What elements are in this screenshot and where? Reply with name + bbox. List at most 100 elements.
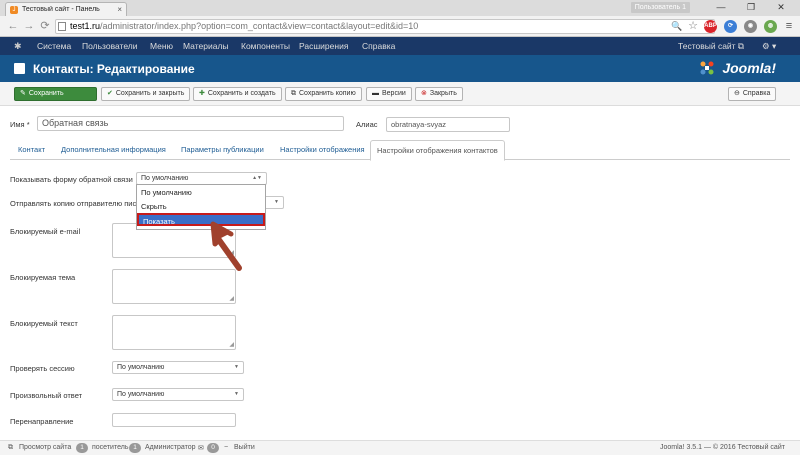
logout-link[interactable]: Выйти [234,444,255,451]
maximize-button[interactable]: ❐ [736,1,766,14]
bookmark-star-icon[interactable]: ☆ [686,19,700,33]
send-copy-label: Отправлять копию отправителю письма [10,199,150,208]
admins-label: Администратор [145,444,196,451]
logout-icon: − [224,444,229,451]
dropdown-option-default[interactable]: По умолчанию [137,186,265,199]
save-new-label: Сохранить и создать [207,90,276,97]
name-label: Имя * [10,120,30,129]
close-button[interactable]: ⊗ Закрыть [415,87,463,101]
check-icon: ✔ [107,90,113,97]
forward-icon[interactable]: → [22,19,36,33]
versions-label: Версии [382,90,406,97]
copy-icon: ⧉ [291,90,296,97]
custom-reply-value: По умолчанию [117,391,165,398]
alias-input[interactable]: obratnaya-svyaz [386,117,510,132]
joomla-menu-icon[interactable]: ✱ [14,41,24,51]
close-window-button[interactable]: ✕ [766,1,796,14]
dropdown-option-hide[interactable]: Скрыть [137,200,265,213]
browser-user-chip[interactable]: Пользователь 1 [630,2,690,13]
menu-help[interactable]: Справка [362,41,395,51]
browser-tab[interactable]: J Тестовый сайт - Панель × [5,2,127,16]
menu-components[interactable]: Компоненты [241,41,290,51]
resize-grip-icon[interactable]: ◢ [229,342,234,348]
blocked-subject-label: Блокируемая тема [10,273,76,282]
archive-icon: ▬ [372,90,379,97]
annotation-arrow-icon [210,221,242,271]
show-form-value: По умолчанию [141,175,189,182]
name-input[interactable]: Обратная связь [37,116,344,131]
blocked-text-textarea[interactable]: ◢ [112,315,236,350]
save-icon: ✎ [20,90,26,97]
view-site-link[interactable]: Просмотр сайта [19,444,71,451]
cancel-icon: ⊗ [421,90,427,97]
redirect-label: Перенаправление [10,417,74,426]
copyright-text: Joomla! 3.5.1 — © 2016 Тестовый сайт [660,444,785,451]
check-session-value: По умолчанию [117,364,165,371]
joomla-brand: Joomla! [722,60,776,76]
url-input[interactable]: test1.ru/administrator/index.php?option=… [55,19,715,34]
settings-icon[interactable]: ⚙ ▾ [762,41,776,52]
back-icon[interactable]: ← [6,19,20,33]
help-button[interactable]: ⊖ Справка [728,87,777,101]
tab-publishing[interactable]: Параметры публикации [181,145,264,154]
admin-menu: ✱ Система Пользователи Меню Материалы Ко… [0,37,800,55]
tab-strip: Контакт Дополнительная информация Параме… [10,140,790,161]
close-label: Закрыть [429,90,457,97]
tab-contact[interactable]: Контакт [18,145,45,154]
custom-reply-select[interactable]: По умолчанию ▼ [112,388,244,401]
save-copy-label: Сохранить копию [299,90,356,97]
status-bar: ⧉ Просмотр сайта 1 посетитель 1 Админист… [0,440,800,455]
reload-icon[interactable]: ⟳ [38,19,52,33]
sync-icon[interactable]: ⟳ [724,20,737,33]
save-button[interactable]: ✎ Сохранить [14,87,97,101]
resize-grip-icon[interactable]: ◢ [229,296,234,302]
site-link[interactable]: Тестовый сайт ⧉ [678,41,744,52]
page-icon [58,22,66,31]
blocked-subject-textarea[interactable]: ◢ [112,269,236,304]
page-header: Контакты: Редактирование Joomla! [0,55,800,82]
globe-icon[interactable]: ◍ [764,20,777,33]
custom-reply-label: Произвольный ответ [10,391,83,400]
chevron-down-icon: ▼ [274,199,279,205]
help-icon: ⊖ [734,90,740,97]
save-new-button[interactable]: ✚ Сохранить и создать [193,87,282,101]
external-link-icon: ⧉ [8,444,13,451]
tab-extra-info[interactable]: Дополнительная информация [61,145,166,154]
plus-icon: ✚ [199,90,205,97]
check-session-select[interactable]: По умолчанию ▼ [112,361,244,374]
extension-icon[interactable]: ◉ [744,20,757,33]
contacts-icon [14,63,25,74]
save-copy-button[interactable]: ⧉ Сохранить копию [285,87,362,101]
tab-contact-display[interactable]: Настройки отображения контактов [370,140,505,161]
joomla-favicon-icon: J [10,5,18,14]
browser-titlebar: J Тестовый сайт - Панель × Пользователь … [0,0,800,16]
menu-menus[interactable]: Меню [150,41,173,51]
show-form-label: Показывать форму обратной связи [10,175,133,184]
menu-content[interactable]: Материалы [183,41,229,51]
messages-badge: 0 [207,443,219,453]
tab-display[interactable]: Настройки отображения [280,145,365,154]
menu-users[interactable]: Пользователи [82,41,137,51]
url-host: test1.ru [70,21,101,31]
browser-menu-icon[interactable]: ≡ [782,19,796,33]
menu-extensions[interactable]: Расширения [299,41,348,51]
zoom-icon[interactable]: 🔍 [670,19,684,33]
save-close-button[interactable]: ✔ Сохранить и закрыть [101,87,191,101]
tab-title: Тестовый сайт - Панель [22,6,100,13]
address-bar-row: ← → ⟳ test1.ru/administrator/index.php?o… [0,16,800,37]
alias-label: Алиас [356,120,378,129]
save-close-label: Сохранить и закрыть [115,90,185,97]
admins-badge: 1 [129,443,141,453]
chevron-down-icon: ▲▼ [252,175,262,181]
blocked-email-label: Блокируемый e-mail [10,227,81,236]
toolbar: ✎ Сохранить ✔ Сохранить и закрыть ✚ Сохрани… [0,82,800,106]
save-label: Сохранить [28,90,64,97]
versions-button[interactable]: ▬ Версии [366,87,412,101]
redirect-input[interactable] [112,413,236,427]
url-path: /administrator/index.php?option=com_cont… [100,21,419,31]
menu-system[interactable]: Система [37,41,71,51]
close-tab-icon[interactable]: × [117,5,122,14]
adblock-icon[interactable]: ABP [704,20,717,33]
minimize-button[interactable]: — [706,1,736,14]
help-label: Справка [742,90,771,97]
